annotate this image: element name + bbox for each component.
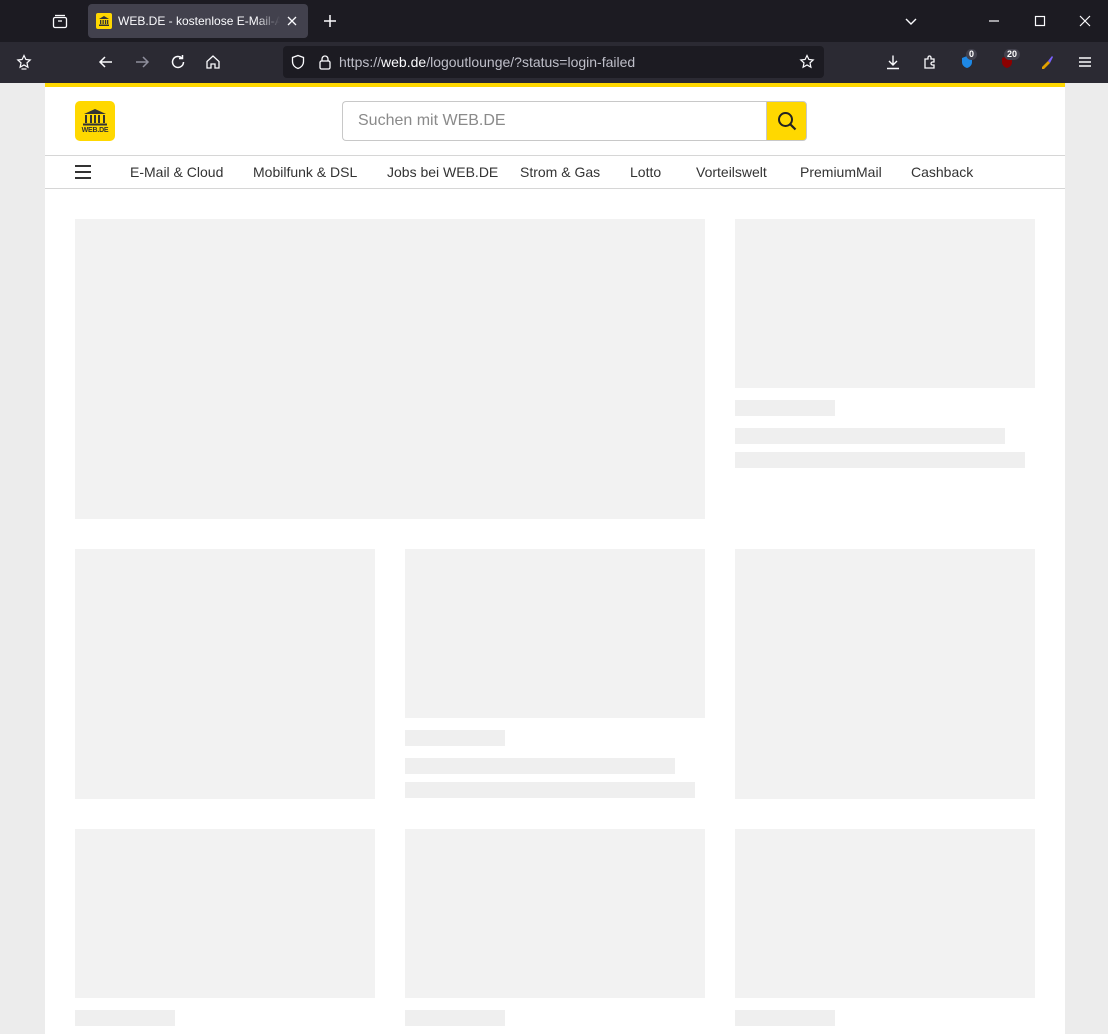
reload-button[interactable] [162,46,194,78]
skeleton-hero-image [75,219,705,519]
list-all-tabs-button[interactable] [44,5,76,37]
back-button[interactable] [90,46,122,78]
minimize-icon [989,20,999,22]
skeleton-text-line [405,758,675,774]
browser-tab-active[interactable]: WEB.DE - kostenlose E-Mail-Adresse [88,4,308,38]
skeleton-text-line [735,428,1005,444]
skeleton-text-line [735,1010,835,1026]
extensions-button[interactable] [914,46,946,78]
menu-hamburger-icon[interactable] [75,164,91,180]
app-menu-button[interactable] [1069,46,1101,78]
skeleton-card-image [735,549,1035,799]
main-navigation: E-Mail & Cloud Mobilfunk & DSL Jobs bei … [45,155,1065,189]
extension-badge-count: 0 [966,49,978,60]
skeleton-text-line [405,1010,505,1026]
arrow-right-icon [136,56,150,68]
arrow-left-icon [98,56,112,68]
skeleton-card-image [405,829,705,998]
skeleton-card-image [75,829,375,998]
brandenburg-gate-icon [83,109,107,126]
skeleton-text-line [405,782,695,798]
home-icon [206,55,220,69]
skeleton-text-line [75,1010,175,1026]
tracking-protection-shield-icon[interactable] [283,46,313,78]
nav-item-lotto[interactable]: Lotto [630,164,661,180]
nav-item-mobilfunk-dsl[interactable]: Mobilfunk & DSL [253,164,357,180]
forward-button[interactable] [126,46,158,78]
plus-icon [324,15,336,27]
extension-badge-count: 20 [1004,49,1021,60]
bookmark-star-list-icon [16,54,32,70]
nav-item-cashback[interactable]: Cashback [911,164,973,180]
skeleton-card-image [405,549,705,718]
tab-list-icon [52,14,68,29]
url-host: web.de [381,54,427,70]
extension-brush-icon [1042,56,1053,69]
nav-item-vorteilswelt[interactable]: Vorteilswelt [696,164,767,180]
search-button[interactable] [766,101,807,141]
skeleton-card-image [735,829,1035,998]
skeleton-card-image [75,549,375,799]
search-input[interactable] [342,101,767,141]
page-content: WEB.DE E-Mail & Cloud Mobilfunk & DSL Jo… [45,87,1065,1034]
minimize-window-button[interactable] [971,0,1017,42]
nav-item-premiummail[interactable]: PremiumMail [800,164,882,180]
logo-text: WEB.DE [81,127,109,134]
webde-favicon-icon [96,13,112,29]
url-path: /logoutlounge/?status=login-failed [426,54,636,70]
close-icon [1079,15,1091,27]
nav-item-email-cloud[interactable]: E-Mail & Cloud [130,164,223,180]
extension-button-1[interactable]: 0 [951,46,983,78]
extension-button-3[interactable] [1031,46,1063,78]
nav-item-strom-gas[interactable]: Strom & Gas [520,164,600,180]
extension-button-2[interactable]: 20 [991,46,1023,78]
chevron-down-icon [905,18,917,25]
tab-close-icon[interactable] [284,13,300,29]
downloads-button[interactable] [877,46,909,78]
close-window-button[interactable] [1062,0,1108,42]
url-text[interactable]: https://web.de/logoutlounge/?status=logi… [339,54,790,70]
new-tab-button[interactable] [314,5,346,37]
tab-title: WEB.DE - kostenlose E-Mail-Adresse [118,14,280,28]
tab-overflow-chevron-button[interactable] [888,0,934,42]
reload-icon [171,55,185,69]
skeleton-teaser-image [735,219,1035,388]
home-button[interactable] [197,46,229,78]
webde-logo[interactable]: WEB.DE [75,101,115,141]
skeleton-text-line [735,452,1025,468]
url-scheme: https:// [339,54,382,70]
puzzle-piece-icon [924,55,935,69]
maximize-icon [1034,15,1046,27]
browser-toolbar: https://web.de/logoutlounge/?status=logi… [0,42,1108,83]
bookmarks-star-button[interactable] [8,46,40,78]
maximize-window-button[interactable] [1017,0,1063,42]
browser-tab-bar: WEB.DE - kostenlose E-Mail-Adresse [0,0,1108,42]
address-bar[interactable]: https://web.de/logoutlounge/?status=logi… [283,46,824,78]
search-icon [777,112,796,131]
skeleton-text-line [405,730,505,746]
skeleton-text-line [735,400,835,416]
download-icon [887,55,899,70]
hamburger-menu-icon [1079,57,1091,67]
lock-icon[interactable] [313,46,337,78]
bookmark-page-star-icon[interactable] [790,46,824,78]
nav-item-jobs[interactable]: Jobs bei WEB.DE [387,164,498,180]
